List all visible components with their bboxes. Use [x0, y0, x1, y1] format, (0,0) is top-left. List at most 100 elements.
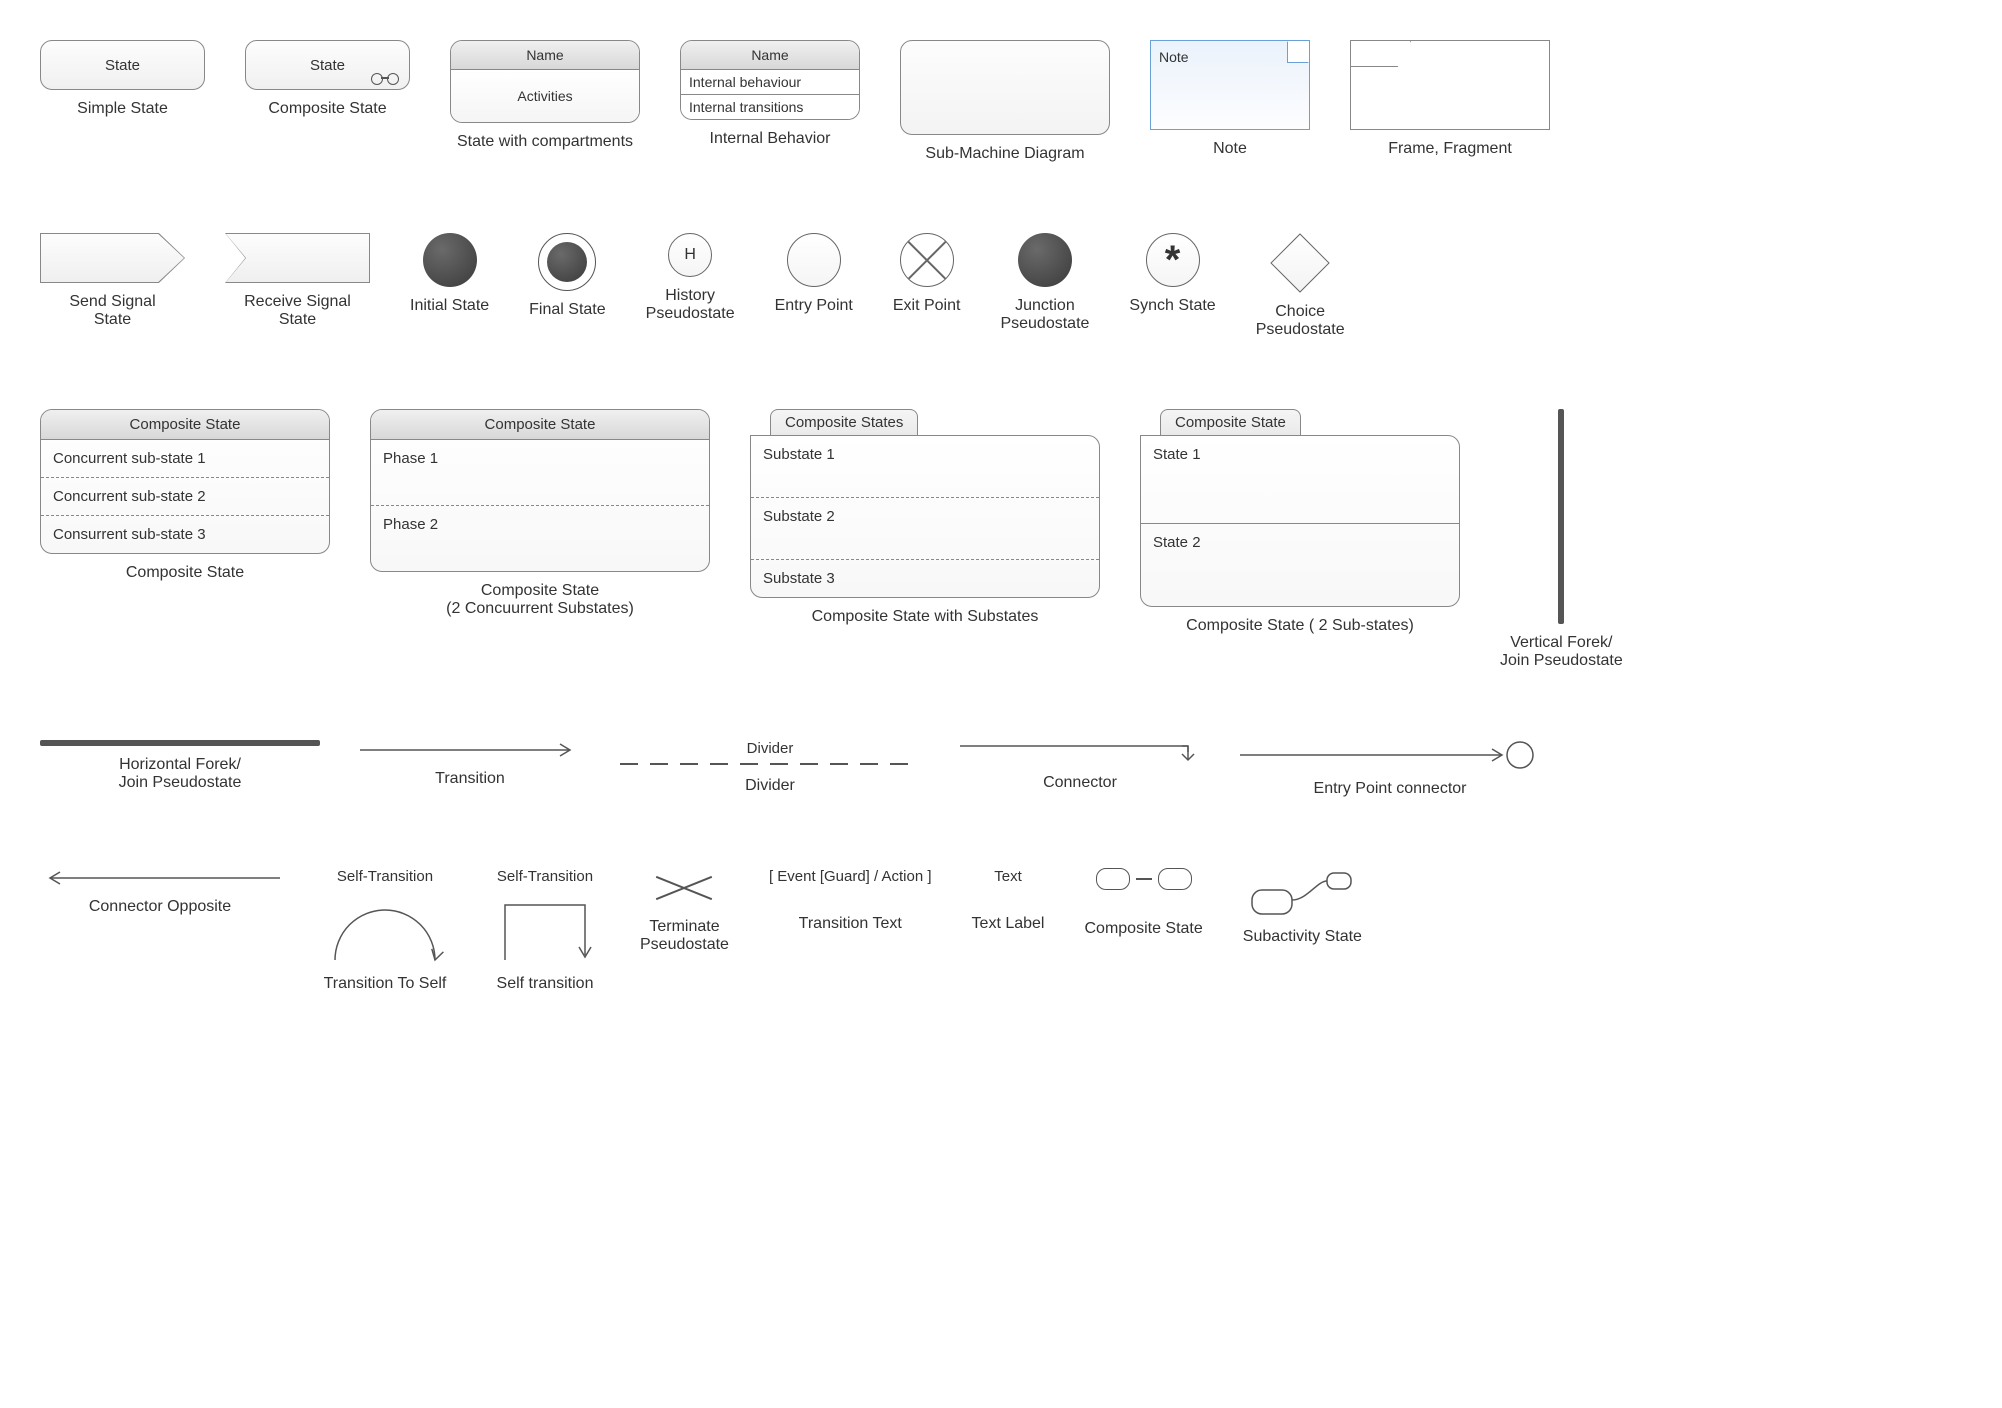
initial-state-icon [423, 233, 477, 287]
vertical-fork-icon [1558, 409, 1564, 624]
note-text: Note [1159, 49, 1189, 65]
connector-icon [960, 740, 1200, 764]
conn-opp-icon [40, 868, 280, 888]
synch-caption: Synch State [1129, 297, 1215, 315]
sub-machine: Sub-Machine Diagram [900, 40, 1110, 163]
exit-point-icon [900, 233, 954, 287]
row-3: Composite State Concurrent sub-state 1 C… [40, 409, 1962, 670]
junction-pseudostate: Junction Pseudostate [1000, 233, 1089, 333]
history-pseudostate: H History Pseudostate [646, 233, 735, 323]
comp3-r3: Consurrent sub-state 3 [41, 516, 329, 553]
transition-icon [360, 740, 580, 760]
intbeh-r2: Internal transitions [681, 95, 859, 119]
comp3-r1: Concurrent sub-state 1 [41, 440, 329, 478]
compart-caption: State with compartments [457, 133, 633, 151]
transition-text: [ Event [Guard] / Action ] Transition Te… [769, 868, 932, 933]
transition-arrow: Transition [360, 740, 580, 788]
intbeh-name: Name [681, 41, 859, 70]
state-compartments: Name Activities State with compartments [450, 40, 640, 151]
compart-shape: Name Activities [450, 40, 640, 123]
simple-state: State Simple State [40, 40, 205, 118]
intbeh-r1: Internal behaviour [681, 70, 859, 95]
comp-two-caption: Composite State ( 2 Sub-states) [1186, 617, 1414, 635]
comp-two-tab: Composite State [1160, 409, 1301, 435]
comp-sub-tab: Composite States [770, 409, 918, 435]
entry-conn-icon [1240, 740, 1540, 770]
horizontal-fork-icon [40, 740, 320, 746]
frame-shape [1350, 40, 1550, 130]
composite-state-shape: State [245, 40, 410, 90]
entry-point-icon [787, 233, 841, 287]
internal-behavior: Name Internal behaviour Internal transit… [680, 40, 860, 148]
entry-caption: Entry Point [775, 297, 853, 315]
final-caption: Final State [529, 301, 605, 319]
glasses-icon [371, 73, 399, 83]
note: Note Note [1150, 40, 1310, 158]
comp2-r1: Phase 1 [371, 440, 709, 506]
final-state-icon [538, 233, 596, 291]
comp2-caption: Composite State (2 Concuurrent Substates… [446, 582, 634, 618]
text-word: Text [994, 868, 1022, 885]
receive-signal: Receive Signal State [225, 233, 370, 329]
exit-caption: Exit Point [893, 297, 961, 315]
comp-sub-r1: Substate 1 [751, 436, 1099, 498]
comp3-caption: Composite State [126, 564, 244, 582]
text-label-caption: Text Label [972, 915, 1045, 933]
composite-state-mini: Composite State [1084, 868, 1202, 938]
entry-conn-caption: Entry Point connector [1314, 780, 1467, 798]
row-2: Send Signal State Receive Signal State I… [40, 233, 1962, 339]
exit-point: Exit Point [893, 233, 961, 315]
submachine-shape [900, 40, 1110, 135]
vfork-caption: Vertical Forek/ Join Pseudostate [1500, 634, 1623, 670]
submachine-caption: Sub-Machine Diagram [925, 145, 1084, 163]
simple-state-shape: State [40, 40, 205, 90]
comp-two-r1: State 1 [1141, 436, 1459, 524]
transition-caption: Transition [435, 770, 505, 788]
comp-sub-r3: Substate 3 [751, 560, 1099, 597]
connector-opposite: Connector Opposite [40, 868, 280, 916]
composite-two-states: Composite State State 1 State 2 Composit… [1140, 409, 1460, 635]
terminate-icon [654, 868, 714, 908]
send-signal-shape [40, 233, 185, 283]
composite-state-simple: State Composite State [245, 40, 410, 118]
receive-signal-caption: Receive Signal State [244, 293, 351, 329]
history-icon: H [668, 233, 712, 277]
frame: Frame, Fragment [1350, 40, 1550, 158]
vertical-fork: Vertical Forek/ Join Pseudostate [1500, 409, 1623, 670]
composite-state-caption: Composite State [268, 100, 386, 118]
self2-caption: Self transition [497, 975, 594, 993]
junction-caption: Junction Pseudostate [1000, 297, 1089, 333]
composite-state-label: State [310, 57, 345, 74]
choice-pseudostate: Choice Pseudostate [1256, 233, 1345, 339]
comp-two-r2: State 2 [1141, 524, 1459, 606]
comp3-r2: Concurrent sub-state 2 [41, 478, 329, 516]
transition-to-self: Self-Transition Transition To Self [320, 868, 450, 993]
note-caption: Note [1213, 140, 1247, 158]
entry-point: Entry Point [775, 233, 853, 315]
initial-state: Initial State [410, 233, 489, 315]
self1-label: Self-Transition [337, 868, 433, 885]
final-state: Final State [529, 233, 605, 319]
horizontal-fork: Horizontal Forek/ Join Pseudostate [40, 740, 320, 792]
comp2-title: Composite State [371, 410, 709, 440]
receive-signal-shape [225, 233, 370, 283]
text-label: Text Text Label [972, 868, 1045, 933]
composite-2regions: Composite State Phase 1 Phase 2 Composit… [370, 409, 710, 618]
self1-icon [320, 895, 450, 965]
junction-icon [1018, 233, 1072, 287]
terminate-pseudostate: Terminate Pseudostate [640, 868, 729, 954]
note-fold-icon [1287, 41, 1309, 63]
self1-caption: Transition To Self [324, 975, 447, 993]
comp2-r2: Phase 2 [371, 506, 709, 571]
hfork-caption: Horizontal Forek/ Join Pseudostate [119, 756, 242, 792]
entry-point-connector: Entry Point connector [1240, 740, 1540, 798]
connector-caption: Connector [1043, 774, 1117, 792]
simple-state-caption: Simple State [77, 100, 168, 118]
connector: Connector [960, 740, 1200, 792]
comp-two-wrapper: Composite State State 1 State 2 [1140, 409, 1460, 607]
row-4: Horizontal Forek/ Join Pseudostate Trans… [40, 740, 1962, 798]
synch-state: * Synch State [1129, 233, 1215, 315]
composite-3regions: Composite State Concurrent sub-state 1 C… [40, 409, 330, 582]
divider-caption: Divider [745, 777, 795, 795]
synch-icon: * [1146, 233, 1200, 287]
